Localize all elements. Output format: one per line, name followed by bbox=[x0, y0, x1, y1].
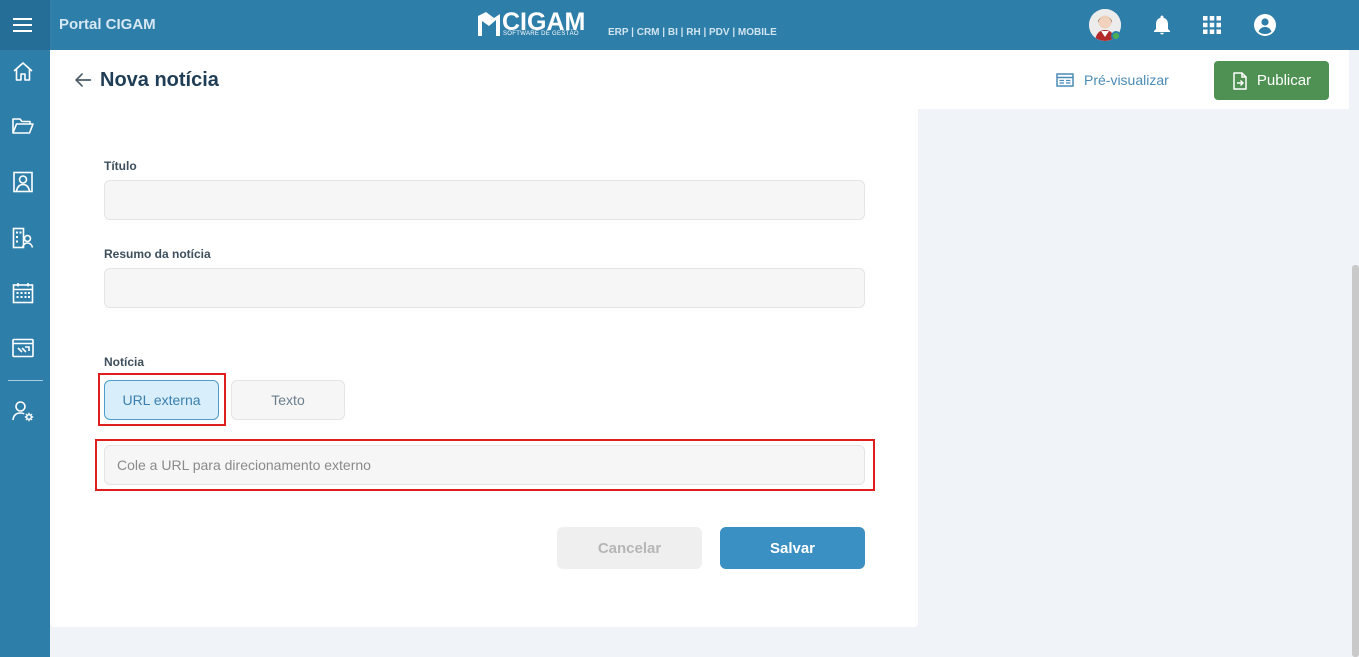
news-label: Notícia bbox=[104, 355, 145, 369]
page-header: Nova notícia Pré-visualizar Publicar bbox=[50, 50, 1349, 109]
publish-label: Publicar bbox=[1256, 72, 1312, 89]
toggle-texto[interactable]: Texto bbox=[231, 380, 345, 420]
arrow-back-icon[interactable] bbox=[72, 69, 94, 91]
toggle-url-externa[interactable]: URL externa bbox=[104, 380, 219, 420]
menu-icon bbox=[13, 18, 32, 20]
modules-list: ERP | CRM | BI | RH | PDV | MOBILE bbox=[608, 27, 777, 38]
summary-input[interactable] bbox=[104, 268, 865, 308]
contacts-icon[interactable] bbox=[11, 170, 35, 194]
logo-subtitle: SOFTWARE DE GESTÃO bbox=[503, 31, 579, 37]
preview-label: Pré-visualizar bbox=[1084, 72, 1169, 88]
cancel-button[interactable]: Cancelar bbox=[557, 527, 702, 569]
url-input[interactable] bbox=[104, 445, 865, 485]
tickets-icon[interactable] bbox=[11, 336, 35, 360]
calendar-icon[interactable] bbox=[11, 281, 35, 305]
cigam-logo-mark-icon bbox=[478, 12, 500, 36]
page-title: Nova notícia bbox=[100, 69, 219, 91]
org-people-icon[interactable] bbox=[11, 226, 35, 250]
online-status-dot bbox=[1111, 31, 1121, 41]
preview-button[interactable]: Pré-visualizar bbox=[1056, 64, 1169, 96]
publish-file-icon bbox=[1233, 71, 1247, 90]
user-settings-icon[interactable] bbox=[11, 399, 35, 423]
title-label: Título bbox=[104, 159, 137, 173]
bell-icon[interactable] bbox=[1150, 13, 1174, 37]
sidebar-divider bbox=[8, 380, 43, 381]
menu-icon-bar bbox=[13, 24, 32, 26]
apps-grid-icon[interactable] bbox=[1200, 13, 1224, 37]
top-bar: Portal CIGAM CIGAM SOFTWARE DE GESTÃO ER… bbox=[0, 0, 1359, 50]
publish-button[interactable]: Publicar bbox=[1214, 61, 1329, 100]
portal-title: Portal CIGAM bbox=[59, 16, 156, 33]
summary-label: Resumo da notícia bbox=[104, 247, 211, 261]
title-input[interactable] bbox=[104, 180, 865, 220]
preview-card-icon bbox=[1056, 73, 1074, 87]
folder-icon[interactable] bbox=[11, 114, 35, 138]
save-button[interactable]: Salvar bbox=[720, 527, 865, 569]
news-form-card: Título Resumo da notícia Notícia URL ext… bbox=[50, 109, 918, 627]
menu-icon-bar bbox=[13, 30, 32, 32]
home-icon[interactable] bbox=[11, 60, 35, 84]
hamburger-menu-button[interactable] bbox=[0, 0, 50, 50]
page-scrollbar[interactable] bbox=[1352, 265, 1359, 657]
sidebar bbox=[0, 50, 50, 657]
account-circle-icon[interactable] bbox=[1253, 13, 1277, 37]
